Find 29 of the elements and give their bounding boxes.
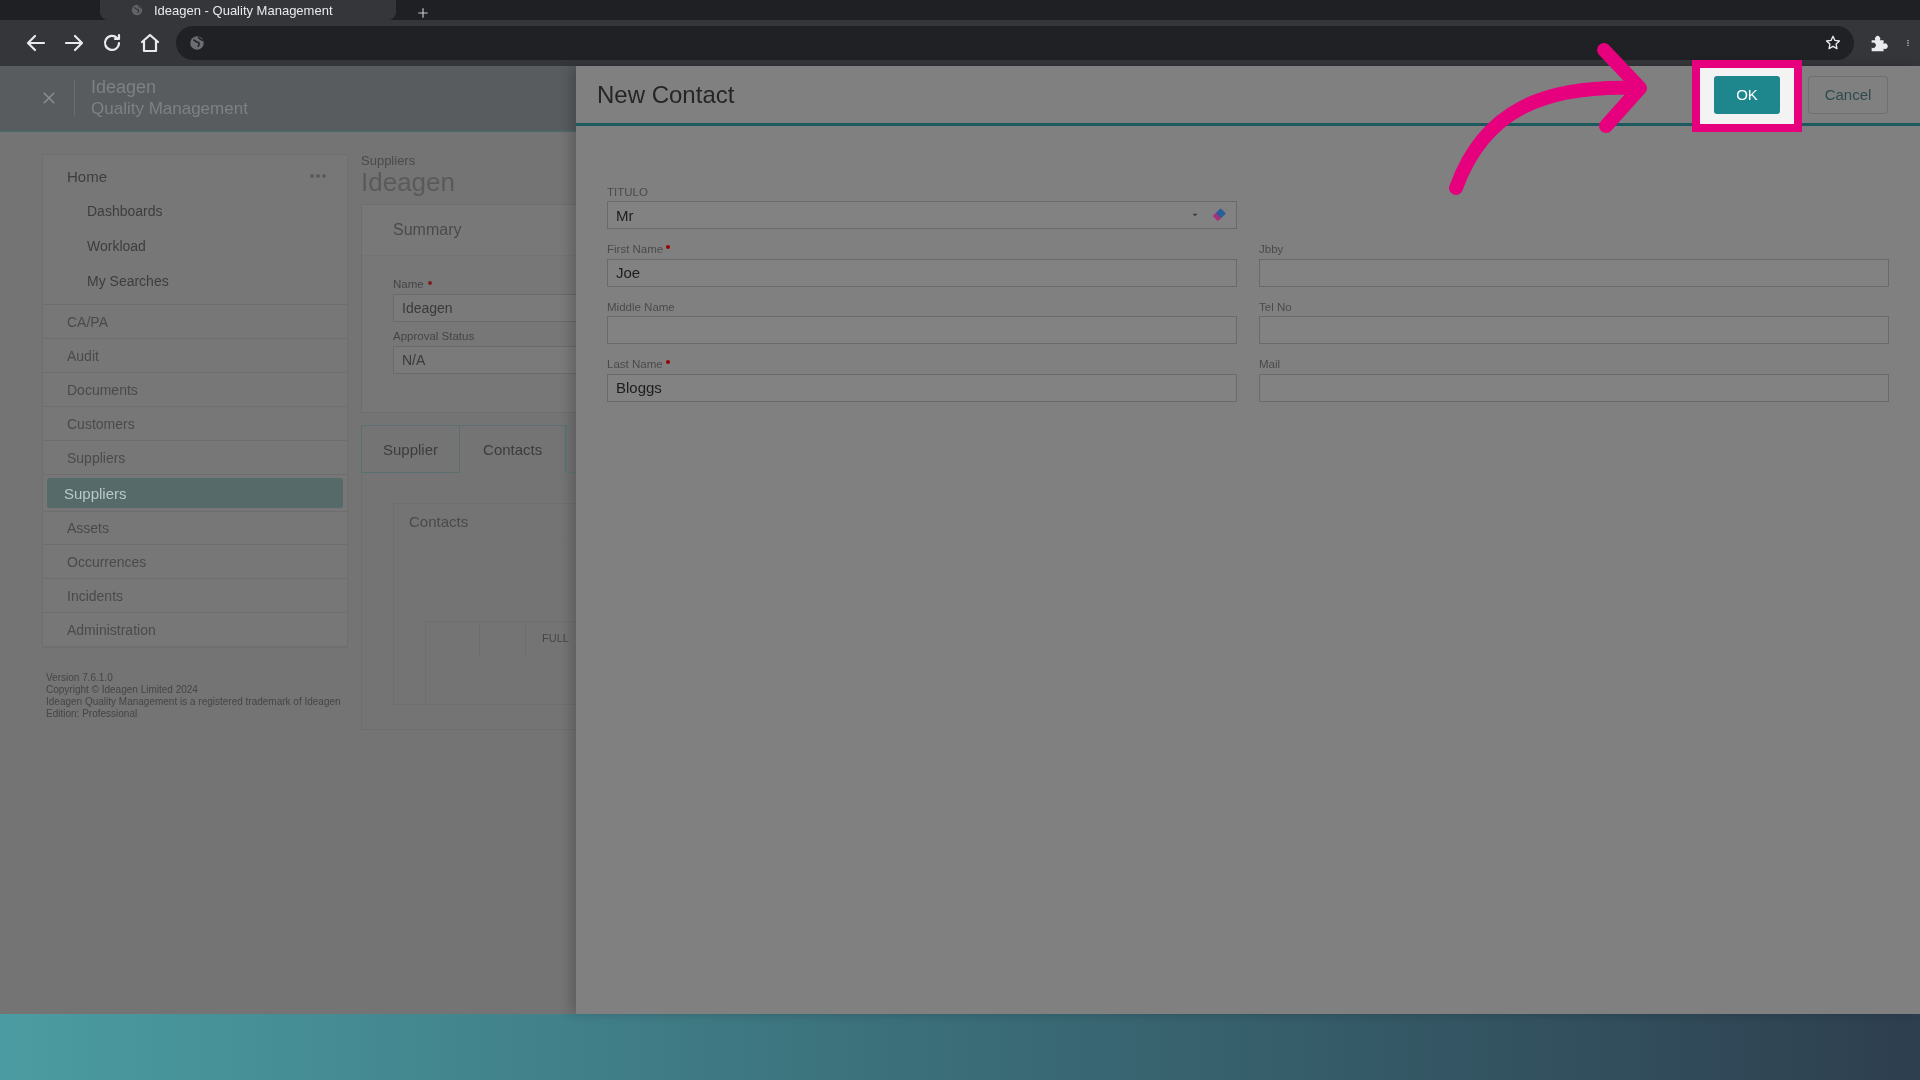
input-field[interactable] — [1259, 258, 1889, 287]
browser-tab[interactable]: Ideagen - Quality Management — [100, 0, 396, 20]
input-field[interactable]: N/A — [393, 346, 576, 374]
input-field[interactable] — [1259, 373, 1889, 402]
nav-item[interactable]: Dashboards — [43, 193, 347, 228]
new-tab-icon[interactable] — [416, 6, 430, 20]
nav-item[interactable]: Suppliers — [47, 478, 343, 508]
tab[interactable]: Contacts — [460, 425, 567, 473]
input-field[interactable] — [607, 316, 1237, 344]
input-field[interactable]: Ideagen — [393, 294, 576, 322]
eraser-icon[interactable] — [1210, 206, 1228, 224]
input-field[interactable]: Joe — [607, 258, 1237, 287]
nav-item[interactable]: Workload — [43, 228, 347, 263]
globe-icon — [188, 34, 206, 52]
tab-title: Ideagen - Quality Management — [154, 2, 333, 18]
dialog-title: New Contact — [597, 80, 735, 109]
close-icon[interactable] — [40, 89, 58, 107]
ok-button[interactable]: OK — [1714, 75, 1780, 114]
cancel-button[interactable]: Cancel — [1808, 75, 1888, 114]
star-icon[interactable] — [1824, 34, 1842, 52]
input-field[interactable]: Bloggs — [607, 373, 1237, 402]
select-field[interactable]: Mr — [607, 201, 1237, 229]
nav-item[interactable]: Home — [43, 159, 347, 193]
input-field[interactable] — [1259, 316, 1889, 344]
globe-icon — [130, 3, 144, 17]
tab[interactable]: Supplier — [361, 425, 461, 473]
nav-label: Home — [67, 167, 107, 185]
nav-item[interactable]: My Searches — [43, 263, 347, 298]
home-icon[interactable] — [138, 31, 162, 55]
